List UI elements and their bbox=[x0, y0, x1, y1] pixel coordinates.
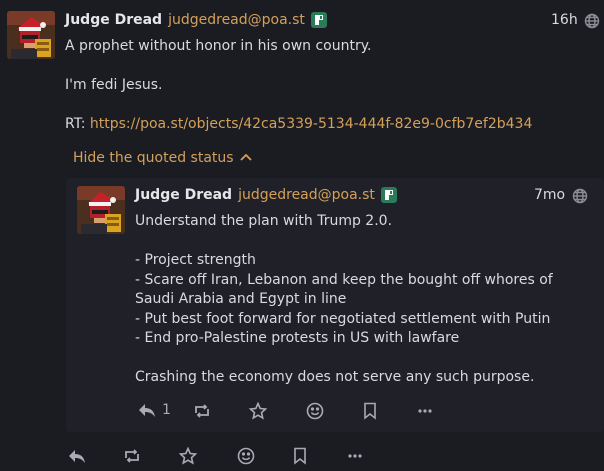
globe-icon bbox=[584, 13, 600, 29]
bookmark-button[interactable] bbox=[293, 447, 307, 465]
status-header: Judge Dread judgedread@poa.st bbox=[65, 10, 327, 30]
author-handle[interactable]: judgedread@poa.st bbox=[168, 12, 305, 28]
rt-prefix: RT: bbox=[65, 116, 90, 132]
bookmark-icon bbox=[364, 402, 376, 420]
rt-link[interactable]: https://poa.st/objects/42ca5339-5134-444… bbox=[90, 116, 532, 132]
pleroma-badge-icon bbox=[380, 187, 397, 203]
more-icon bbox=[418, 409, 432, 413]
reply-icon bbox=[139, 404, 155, 417]
quote-line: Crashing the economy does not serve any … bbox=[135, 369, 535, 385]
status-time[interactable]: 16h bbox=[551, 12, 578, 28]
quote-time[interactable]: 7mo bbox=[534, 187, 565, 203]
emoji-icon bbox=[237, 447, 255, 465]
favorite-button[interactable] bbox=[179, 447, 197, 465]
status-card: Judge Dread judgedread@poa.st 16h A prop… bbox=[0, 0, 604, 471]
hide-quote-label: Hide the quoted status bbox=[73, 150, 234, 166]
quote-avatar[interactable] bbox=[77, 186, 125, 234]
quote-favorite-button[interactable] bbox=[249, 402, 267, 420]
rt-line: RT: https://poa.st/objects/42ca5339-5134… bbox=[65, 115, 595, 135]
quote-line: - End pro-Palestine protests in US with … bbox=[135, 330, 460, 346]
avatar[interactable] bbox=[7, 11, 55, 59]
quote-repeat-button[interactable] bbox=[193, 403, 211, 419]
quote-author-handle[interactable]: judgedread@poa.st bbox=[238, 187, 375, 203]
quoted-status: Judge Dread judgedread@poa.st 7mo Unders… bbox=[66, 178, 604, 432]
quote-line: - Project strength bbox=[135, 252, 256, 268]
status-content: A prophet without honor in his own count… bbox=[65, 37, 595, 135]
react-button[interactable] bbox=[237, 447, 255, 465]
quote-content: Understand the plan with Trump 2.0. - Pr… bbox=[135, 212, 585, 388]
avatar-image bbox=[77, 186, 125, 234]
quote-line: - Scare off Iran, Lebanon and keep the b… bbox=[135, 271, 553, 308]
bookmark-icon bbox=[294, 447, 306, 465]
repeat-icon bbox=[195, 404, 209, 418]
more-button[interactable] bbox=[348, 454, 362, 458]
chevron-up-icon bbox=[239, 150, 252, 166]
status-line: A prophet without honor in his own count… bbox=[65, 38, 372, 54]
quote-react-button[interactable] bbox=[306, 402, 324, 420]
avatar-image bbox=[7, 11, 55, 59]
quote-author-name[interactable]: Judge Dread bbox=[135, 187, 232, 203]
reply-button[interactable] bbox=[68, 448, 86, 464]
quote-bookmark-button[interactable] bbox=[363, 402, 377, 420]
quote-line: - Put best foot forward for negotiated s… bbox=[135, 310, 551, 327]
emoji-icon bbox=[306, 402, 324, 420]
repeat-button[interactable] bbox=[123, 448, 141, 464]
quote-line: Understand the plan with Trump 2.0. bbox=[135, 213, 393, 229]
pleroma-badge-icon bbox=[310, 12, 327, 28]
reply-icon bbox=[69, 450, 85, 463]
status-line: I'm fedi Jesus. bbox=[65, 77, 163, 93]
reply-count: 1 bbox=[162, 402, 171, 418]
author-name[interactable]: Judge Dread bbox=[65, 12, 162, 28]
star-icon bbox=[179, 447, 197, 465]
star-icon bbox=[249, 402, 267, 420]
quote-more-button[interactable] bbox=[418, 409, 432, 413]
repeat-icon bbox=[125, 449, 139, 463]
more-icon bbox=[348, 454, 362, 458]
quote-header: Judge Dread judgedread@poa.st bbox=[135, 185, 397, 205]
globe-icon bbox=[572, 188, 588, 204]
quote-reply-button[interactable]: 1 bbox=[138, 402, 171, 418]
hide-quote-button[interactable]: Hide the quoted status bbox=[73, 150, 252, 166]
